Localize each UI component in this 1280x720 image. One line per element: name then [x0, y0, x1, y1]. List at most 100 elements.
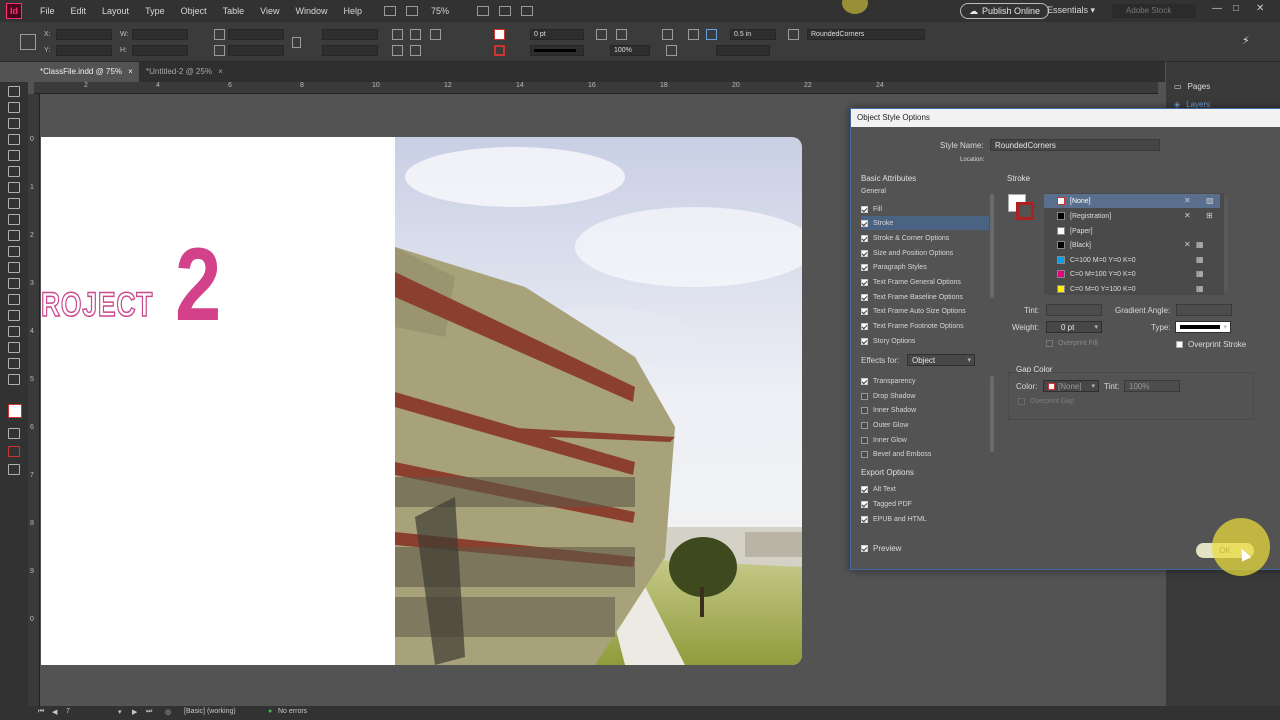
apply-none-icon[interactable]: [8, 446, 20, 457]
swatch-registration[interactable]: [Registration]: [1044, 209, 1220, 223]
first-page-icon[interactable]: ⏮: [38, 708, 44, 716]
category-text-frame-footnote[interactable]: Text Frame Footnote Options: [861, 319, 989, 333]
tab-close-icon[interactable]: ×: [128, 67, 133, 76]
page-left[interactable]: [41, 137, 395, 665]
pen-tool-icon[interactable]: [8, 198, 20, 209]
fill-stroke-icon[interactable]: [8, 404, 22, 418]
stroke-swatch-icon[interactable]: [494, 45, 505, 56]
checkbox-text-frame-general[interactable]: [861, 278, 868, 286]
effects-scrollbar[interactable]: [990, 376, 994, 452]
checkbox-tagged-pdf[interactable]: [861, 500, 868, 508]
effect-transparency[interactable]: Transparency: [861, 374, 989, 388]
page-tool-icon[interactable]: [8, 118, 20, 129]
scale-y-icon[interactable]: [214, 45, 225, 56]
swatch-scrollbar[interactable]: [1224, 196, 1228, 292]
selection-tool-icon[interactable]: [8, 86, 20, 97]
menu-edit[interactable]: Edit: [63, 6, 95, 16]
category-stroke[interactable]: Stroke: [861, 216, 989, 230]
direct-selection-tool-icon[interactable]: [8, 102, 20, 113]
effect-outer-glow[interactable]: Outer Glow: [861, 418, 989, 432]
effects-icon[interactable]: [662, 29, 673, 40]
prev-page-icon[interactable]: ◀: [52, 708, 57, 716]
dialog-title[interactable]: Object Style Options: [851, 109, 1280, 127]
menu-view[interactable]: View: [252, 6, 287, 16]
gradient-swatch-tool-icon[interactable]: [8, 294, 20, 305]
checkbox-size-position[interactable]: [861, 249, 868, 257]
checkbox-epub-html[interactable]: [861, 515, 868, 523]
shear-field[interactable]: [322, 45, 378, 56]
y-field[interactable]: [56, 45, 112, 56]
x-field[interactable]: [56, 29, 112, 40]
checkbox-drop-shadow[interactable]: [861, 392, 868, 400]
preflight-status[interactable]: No errors: [278, 708, 307, 715]
overprint-gap-option[interactable]: Overprint Gap: [1018, 398, 1074, 405]
stroke-weight-field[interactable]: 0 pt: [530, 29, 584, 40]
checkbox-overprint-gap[interactable]: [1018, 398, 1025, 405]
type-tool-icon[interactable]: [8, 166, 20, 177]
swatch-none[interactable]: [None]: [1044, 194, 1220, 208]
screen-mode-icon[interactable]: [499, 6, 512, 16]
scale-x-field[interactable]: [228, 29, 284, 40]
gap-color-dropdown[interactable]: [None]: [1043, 380, 1099, 392]
pages-panel-tab[interactable]: ▭ Pages: [1174, 82, 1210, 91]
swatch-cyan[interactable]: C=100 M=0 Y=0 K=0: [1044, 253, 1220, 267]
swatch-magenta[interactable]: C=0 M=100 Y=0 K=0: [1044, 267, 1220, 281]
stroke-type-dropdown[interactable]: [530, 45, 584, 56]
gradient-angle-field[interactable]: [1176, 304, 1232, 316]
weight-field[interactable]: 0 pt: [1046, 321, 1102, 333]
export-tagged-pdf[interactable]: Tagged PDF: [861, 497, 989, 511]
eyedropper-tool-icon[interactable]: [8, 342, 20, 353]
rectangle-tool-icon[interactable]: [8, 246, 20, 257]
open-page-icon[interactable]: ◎: [165, 708, 171, 716]
stroke-type-select[interactable]: [1175, 321, 1231, 333]
flip-horizontal-icon[interactable]: [430, 29, 441, 40]
category-stroke-corner[interactable]: Stroke & Corner Options: [861, 231, 989, 245]
page-number-field[interactable]: 7: [66, 708, 70, 715]
project-number-text[interactable]: 2: [175, 226, 221, 345]
arrange-documents-icon[interactable]: [521, 6, 534, 16]
w-field[interactable]: [132, 29, 188, 40]
menu-object[interactable]: Object: [173, 6, 215, 16]
last-page-icon[interactable]: ⏭: [146, 708, 152, 716]
workspace-switcher[interactable]: Essentials ▾: [1047, 5, 1095, 16]
select-content-icon[interactable]: [410, 45, 421, 56]
effect-drop-shadow[interactable]: Drop Shadow: [861, 389, 989, 403]
category-fill[interactable]: Fill: [861, 202, 989, 216]
page-dropdown-icon[interactable]: ▾: [118, 708, 122, 716]
project-heading-text[interactable]: ROJECT: [40, 285, 153, 325]
rotate-90-ccw-icon[interactable]: [410, 29, 421, 40]
next-page-icon[interactable]: ▶: [132, 708, 137, 716]
menu-help[interactable]: Help: [335, 6, 370, 16]
checkbox-transparency[interactable]: [861, 377, 868, 385]
category-text-frame-baseline[interactable]: Text Frame Baseline Options: [861, 290, 989, 304]
overprint-stroke-option[interactable]: Overprint Stroke: [1176, 340, 1246, 349]
effects-for-dropdown[interactable]: Object: [907, 354, 975, 366]
category-text-frame-auto-size[interactable]: Text Frame Auto Size Options: [861, 304, 989, 318]
rectangle-frame-tool-icon[interactable]: [8, 230, 20, 241]
checkbox-bevel-emboss[interactable]: [861, 450, 868, 458]
constrain-proportions-icon[interactable]: [292, 37, 301, 48]
zoom-level[interactable]: 75%: [431, 6, 449, 16]
column-field[interactable]: [716, 45, 770, 56]
tab-classfile[interactable]: *ClassFile.indd @ 75% ×: [34, 62, 139, 82]
category-paragraph-styles[interactable]: Paragraph Styles: [861, 260, 989, 274]
export-alt-text[interactable]: Alt Text: [861, 482, 989, 496]
free-transform-tool-icon[interactable]: [8, 278, 20, 289]
checkbox-text-frame-baseline[interactable]: [861, 293, 868, 301]
scale-x-icon[interactable]: [214, 29, 225, 40]
tab-close-icon[interactable]: ×: [218, 67, 223, 76]
checkbox-fill[interactable]: [861, 205, 868, 213]
checkbox-preview[interactable]: [861, 545, 868, 552]
building-image-frame[interactable]: [395, 137, 802, 665]
text-wrap-icon[interactable]: [688, 29, 699, 40]
effect-inner-glow[interactable]: Inner Glow: [861, 433, 989, 447]
checkbox-alt-text[interactable]: [861, 485, 868, 493]
rotate-90-cw-icon[interactable]: [392, 29, 403, 40]
bridge-icon[interactable]: [384, 6, 396, 16]
effect-inner-shadow[interactable]: Inner Shadow: [861, 403, 989, 417]
category-text-frame-general[interactable]: Text Frame General Options: [861, 275, 989, 289]
frame-fitting-icon[interactable]: [596, 29, 607, 40]
checkbox-inner-glow[interactable]: [861, 436, 868, 444]
menu-type[interactable]: Type: [137, 6, 173, 16]
fill-swatch-icon[interactable]: [494, 29, 505, 40]
